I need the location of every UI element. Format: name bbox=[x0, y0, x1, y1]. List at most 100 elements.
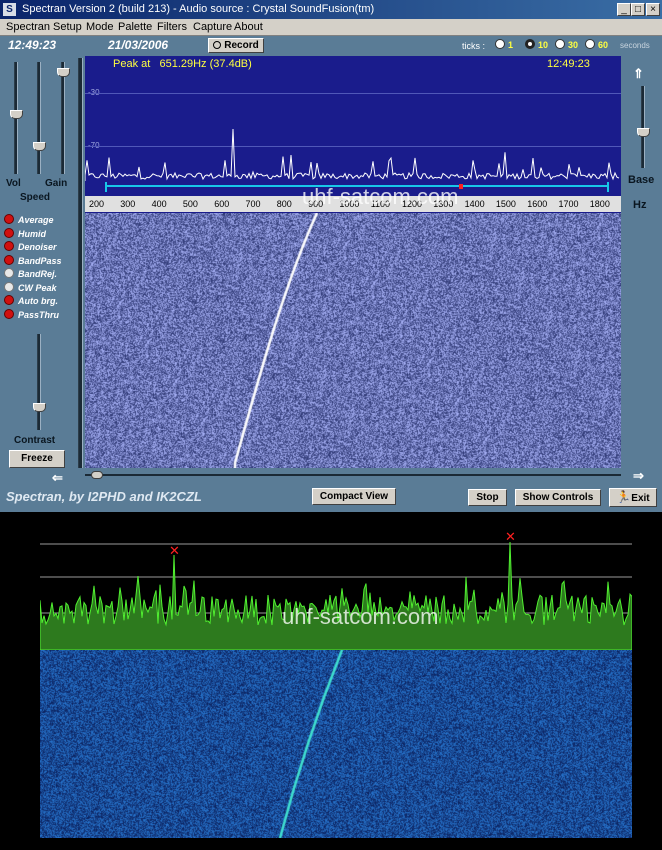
checkbox-led-icon bbox=[4, 214, 14, 224]
center-marker[interactable] bbox=[459, 184, 463, 189]
menu-about[interactable]: About bbox=[234, 19, 263, 36]
ticks-label: ticks : bbox=[462, 41, 486, 51]
filter-label: CW Peak bbox=[18, 282, 57, 293]
freq-tick-label: 1500 bbox=[495, 199, 516, 209]
freq-tick-label: 500 bbox=[182, 199, 198, 209]
up-arrow-icon[interactable]: ⇑ bbox=[633, 66, 644, 82]
spectrum-display: Peak at 651.29Hz (37.4dB) 12:49:23 -30 -… bbox=[85, 56, 621, 181]
freq-tick-label: 200 bbox=[89, 199, 105, 209]
filter-average-checkbox[interactable]: Average bbox=[4, 214, 54, 226]
app-icon: S bbox=[3, 3, 16, 16]
freq-tick-label: 600 bbox=[214, 199, 230, 209]
base-slider-thumb[interactable] bbox=[637, 128, 650, 137]
gain-label: Gain bbox=[45, 178, 68, 189]
contrast-slider-thumb[interactable] bbox=[33, 403, 46, 412]
freq-tick-label: 800 bbox=[276, 199, 292, 209]
passband-low-marker[interactable] bbox=[105, 182, 107, 192]
record-button[interactable]: Record bbox=[208, 38, 264, 53]
window-title: Spectran Version 2 (build 213) - Audio s… bbox=[22, 3, 375, 15]
checkbox-led-icon bbox=[4, 268, 14, 278]
stop-button[interactable]: Stop bbox=[468, 489, 507, 506]
contrast-label: Contrast bbox=[14, 435, 56, 446]
tick-option-1: 1 bbox=[508, 40, 514, 50]
tick-radio-10[interactable] bbox=[525, 39, 535, 49]
speed-label: Speed bbox=[20, 192, 51, 203]
minimize-button[interactable]: _ bbox=[617, 3, 631, 16]
menu-mode[interactable]: Mode bbox=[86, 19, 114, 36]
speed-slider-thumb[interactable] bbox=[33, 142, 46, 151]
watermark-lower: uhf-satcom.com bbox=[282, 604, 439, 629]
tick-radio-1[interactable] bbox=[495, 39, 505, 49]
vol-label: Vol bbox=[6, 178, 21, 189]
horizontal-scrollbar[interactable] bbox=[85, 471, 621, 480]
green-spectrum-display: ✕✕ bbox=[40, 529, 632, 650]
running-man-icon: 🏃 bbox=[616, 490, 632, 504]
clock-time: 12:49:23 bbox=[8, 38, 57, 52]
compact-view-button[interactable]: Compact View bbox=[312, 488, 396, 505]
freq-tick-label: 1400 bbox=[464, 199, 485, 209]
filter-denoiser-checkbox[interactable]: Denoiser bbox=[4, 241, 57, 253]
spectran-window: S Spectran Version 2 (build 213) - Audio… bbox=[0, 0, 662, 512]
tick-radio-30[interactable] bbox=[555, 39, 565, 49]
menu-bar: Spectran Setup Mode Palette Filters Capt… bbox=[0, 19, 662, 36]
clock-date: 21/03/2006 bbox=[108, 38, 169, 52]
freq-tick-label: 300 bbox=[120, 199, 136, 209]
peak-marker-icon: ✕ bbox=[505, 529, 516, 544]
filter-label: BandPass bbox=[18, 255, 62, 266]
filter-bandpass-checkbox[interactable]: BandPass bbox=[4, 254, 62, 267]
passband-high-marker[interactable] bbox=[607, 182, 609, 192]
waterfall-canvas bbox=[85, 213, 621, 468]
panel-divider bbox=[78, 58, 83, 468]
scroll-left-arrow-icon[interactable]: ⇐ bbox=[52, 470, 63, 486]
filter-label: BandRej. bbox=[18, 269, 58, 279]
freq-tick-label: 1700 bbox=[558, 199, 579, 209]
freq-tick-label: 700 bbox=[245, 199, 261, 209]
filter-label: PassThru bbox=[18, 309, 60, 320]
base-slider-track[interactable] bbox=[641, 86, 645, 168]
scroll-right-arrow-icon[interactable]: ⇒ bbox=[633, 468, 644, 484]
menu-filters[interactable]: Filters bbox=[157, 19, 187, 36]
show-controls-button[interactable]: Show Controls bbox=[515, 489, 601, 506]
blue-waterfall-canvas bbox=[40, 650, 632, 838]
base-label: Base bbox=[628, 174, 655, 186]
close-button[interactable]: × bbox=[646, 3, 660, 16]
exit-label: Exit bbox=[631, 493, 650, 504]
checkbox-led-icon bbox=[4, 295, 14, 305]
filter-passthru-checkbox[interactable]: PassThru bbox=[4, 308, 60, 321]
title-bar: S Spectran Version 2 (build 213) - Audio… bbox=[0, 0, 662, 19]
gain-slider-thumb[interactable] bbox=[57, 68, 70, 77]
freeze-button[interactable]: Freeze bbox=[9, 450, 65, 468]
vol-slider-thumb[interactable] bbox=[10, 110, 23, 119]
filter-humid-checkbox[interactable]: Humid bbox=[4, 227, 46, 240]
waterfall-display bbox=[85, 213, 621, 468]
menu-palette[interactable]: Palette bbox=[118, 19, 152, 36]
filter-cw-peak-checkbox[interactable]: CW Peak bbox=[4, 281, 57, 294]
exit-button[interactable]: 🏃Exit bbox=[609, 488, 657, 507]
ticks-selector: ticks : 1 10 30 60 seconds bbox=[462, 39, 662, 53]
tick-option-30: 30 bbox=[568, 40, 579, 50]
menu-setup[interactable]: Setup bbox=[53, 19, 82, 36]
filter-label: Average bbox=[18, 215, 54, 225]
checkbox-led-icon bbox=[4, 227, 14, 238]
freq-tick-label: 1800 bbox=[589, 199, 610, 209]
maximize-button[interactable]: □ bbox=[631, 3, 645, 16]
blue-waterfall-display bbox=[40, 650, 632, 838]
checkbox-led-icon bbox=[4, 241, 14, 251]
contrast-slider-track[interactable] bbox=[37, 334, 41, 430]
filter-bandrej-checkbox[interactable]: BandRej. bbox=[4, 268, 57, 280]
peak-marker-icon: ✕ bbox=[169, 543, 180, 558]
scroll-thumb[interactable] bbox=[91, 471, 103, 479]
gain-slider-track[interactable] bbox=[61, 62, 65, 174]
checkbox-led-icon bbox=[4, 308, 14, 319]
speed-slider-track[interactable] bbox=[37, 62, 41, 174]
record-label: Record bbox=[224, 40, 259, 51]
menu-spectran[interactable]: Spectran bbox=[6, 19, 50, 36]
ticks-unit: seconds bbox=[620, 41, 650, 50]
hz-label: Hz bbox=[633, 199, 647, 211]
scroll-track[interactable] bbox=[85, 474, 621, 476]
tick-option-60: 60 bbox=[598, 40, 609, 50]
filter-auto-brg-checkbox[interactable]: Auto brg. bbox=[4, 295, 58, 307]
menu-capture[interactable]: Capture bbox=[193, 19, 232, 36]
tick-radio-60[interactable] bbox=[585, 39, 595, 49]
green-spectrum-path bbox=[40, 541, 632, 650]
